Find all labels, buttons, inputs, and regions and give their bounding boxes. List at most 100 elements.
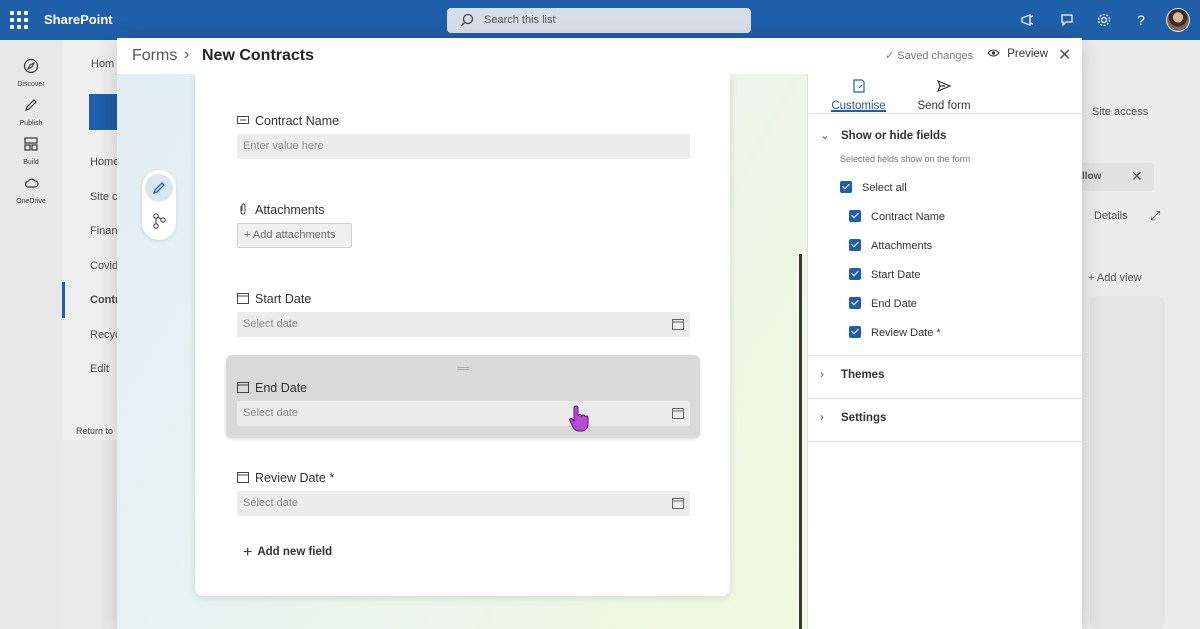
rail-item-discover[interactable]: Discover xyxy=(0,58,62,88)
checkbox-checked-icon xyxy=(840,181,852,193)
field-attachments[interactable]: Attachments + Add attachments xyxy=(237,201,690,248)
build-icon xyxy=(24,137,38,151)
active-tab-indicator xyxy=(831,110,886,112)
input-placeholder: Enter value here xyxy=(243,140,324,152)
field-review-date[interactable]: Review Date * Select date xyxy=(237,469,690,516)
search-box[interactable]: Search this list xyxy=(447,8,751,33)
edit-tool-button[interactable] xyxy=(145,174,173,202)
contract-name-input[interactable]: Enter value here xyxy=(237,134,690,159)
checkbox-label: Attachments xyxy=(871,240,933,252)
help-icon[interactable]: ? xyxy=(1132,11,1150,29)
review-date-input[interactable]: Select date xyxy=(237,491,690,516)
section-subtitle: Selected fields show on the form xyxy=(840,154,971,164)
text-field-icon xyxy=(237,116,249,124)
field-label-text: End Date xyxy=(255,381,308,395)
section-title: Settings xyxy=(841,412,887,424)
bg-close-icon: ✕ xyxy=(1131,168,1143,184)
bg-card xyxy=(1090,296,1165,629)
field-label-text: Review Date * xyxy=(255,471,335,485)
field-label-text: Contract Name xyxy=(255,114,340,128)
end-date-input[interactable]: Select date xyxy=(237,401,690,426)
field-toggle-contract-name[interactable]: Contract Name xyxy=(849,210,945,224)
rail-label: OneDrive xyxy=(16,198,46,205)
calendar-icon[interactable] xyxy=(672,407,684,419)
rail-label: Build xyxy=(23,159,39,166)
bg-nav-item: Hom xyxy=(91,58,115,70)
divider xyxy=(808,398,1083,399)
breadcrumb-forms[interactable]: Forms xyxy=(132,47,177,65)
field-label: Start Date xyxy=(237,290,690,308)
avatar[interactable] xyxy=(1166,8,1190,32)
form-editor-modal: Forms › New Contracts ✓ Saved changes Pr… xyxy=(117,38,1083,629)
checkbox-label: Review Date * xyxy=(871,327,941,339)
field-toggle-start-date[interactable]: Start Date xyxy=(849,268,921,282)
field-toggle-review-date[interactable]: Review Date * xyxy=(849,326,941,340)
add-attachments-label: Add attachments xyxy=(252,229,336,241)
app-launcher-icon[interactable] xyxy=(10,11,28,29)
eye-icon xyxy=(987,49,1000,57)
field-label-text: Start Date xyxy=(255,292,312,306)
rail-item-publish[interactable]: Publish xyxy=(0,97,62,127)
field-start-date[interactable]: Start Date Select date xyxy=(237,290,690,337)
add-new-field-label: Add new field xyxy=(257,546,333,558)
app-name[interactable]: SharePoint xyxy=(44,12,113,27)
tab-customise[interactable]: Customise xyxy=(831,78,886,112)
tab-label: Send form xyxy=(917,100,971,112)
bg-nav-item: Edit xyxy=(90,363,109,375)
bg-nav-item: Finan xyxy=(90,225,118,237)
field-label: Contract Name xyxy=(237,112,690,130)
rail-item-onedrive[interactable]: OneDrive xyxy=(0,175,62,205)
checkbox-checked-icon xyxy=(849,297,861,309)
bg-nav-item: Home xyxy=(90,156,120,168)
form-card: Contract Name Enter value here Attachmen… xyxy=(195,74,730,596)
rail-label: Discover xyxy=(17,81,45,88)
settings-section-header[interactable]: › Settings xyxy=(820,412,886,424)
calendar-icon[interactable] xyxy=(672,318,684,330)
chevron-down-icon: ⌄ xyxy=(820,130,830,142)
field-label: Review Date * xyxy=(237,469,690,487)
field-contract-name[interactable]: Contract Name Enter value here xyxy=(237,112,690,159)
suite-bar: SharePoint Search this list ? xyxy=(0,0,1200,40)
add-new-field-button[interactable]: + Add new field xyxy=(243,544,332,562)
field-toggle-end-date[interactable]: End Date xyxy=(849,297,917,311)
field-end-date[interactable]: End Date Select date xyxy=(237,379,690,426)
show-hide-fields-header[interactable]: ⌄ Show or hide fields xyxy=(820,128,946,142)
branch-icon xyxy=(153,213,166,229)
bg-new-button xyxy=(89,94,119,130)
calendar-icon[interactable] xyxy=(672,497,684,509)
field-toggle-attachments[interactable]: Attachments xyxy=(849,239,932,253)
checkbox-checked-icon xyxy=(849,239,861,251)
modal-header: Forms › New Contracts ✓ Saved changes Pr… xyxy=(117,38,1082,74)
themes-section-header[interactable]: › Themes xyxy=(820,369,884,381)
send-icon xyxy=(936,79,952,93)
calendar-icon xyxy=(237,472,249,483)
pencil-icon xyxy=(152,182,165,195)
preview-button[interactable]: Preview xyxy=(987,48,1048,60)
rail-item-build[interactable]: Build xyxy=(0,136,62,166)
megaphone-icon[interactable] xyxy=(1019,11,1037,29)
divider xyxy=(808,355,1083,356)
feedback-icon[interactable] xyxy=(1058,11,1076,29)
checkbox-checked-icon xyxy=(849,268,861,280)
close-button[interactable]: ✕ xyxy=(1058,45,1071,65)
start-date-input[interactable]: Select date xyxy=(237,312,690,337)
check-icon: ✓ xyxy=(885,50,895,62)
flow-tool-button[interactable] xyxy=(145,208,173,234)
select-all-checkbox[interactable]: Select all xyxy=(840,181,907,195)
add-attachments-button[interactable]: + Add attachments xyxy=(237,223,352,248)
calendar-icon xyxy=(237,293,249,304)
input-placeholder: Select date xyxy=(243,407,299,419)
checkbox-label: End Date xyxy=(871,298,917,310)
field-label-text: Attachments xyxy=(255,203,325,217)
tab-send-form[interactable]: Send form xyxy=(914,78,974,112)
bg-details: Details xyxy=(1094,210,1128,222)
bg-nav-item: Recyc xyxy=(90,329,121,341)
search-icon xyxy=(460,13,474,27)
drag-handle-icon[interactable] xyxy=(457,367,469,370)
checkbox-label: Start Date xyxy=(871,269,921,281)
plus-icon: + xyxy=(243,544,253,561)
gear-icon[interactable] xyxy=(1095,11,1113,29)
scrollbar[interactable] xyxy=(799,254,802,629)
form-canvas: Contract Name Enter value here Attachmen… xyxy=(117,74,807,629)
compass-icon xyxy=(23,58,39,74)
